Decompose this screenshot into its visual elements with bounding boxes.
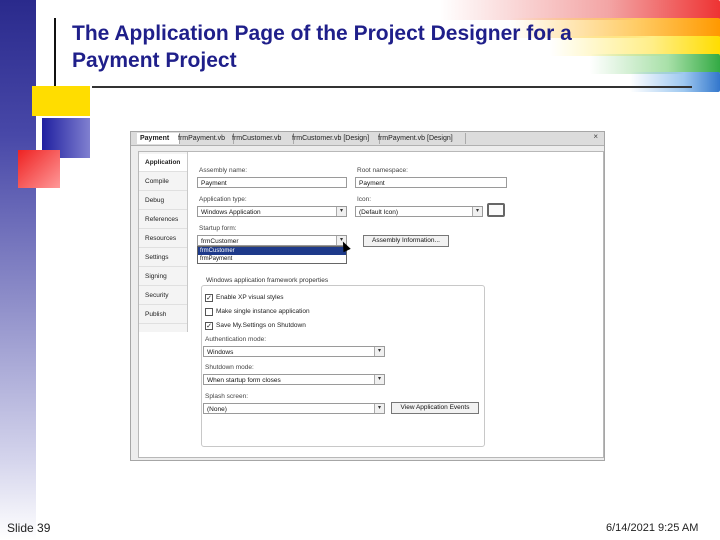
checkbox-label: Save My.Settings on Shutdown <box>216 322 306 329</box>
slide-date: 6/14/2021 9:25 AM <box>606 522 699 534</box>
shutdown-mode-select[interactable]: When startup form closes ▾ <box>203 374 385 385</box>
sidebar-item-publish[interactable]: Publish <box>139 306 187 324</box>
project-designer-window: Payment frmPayment.vb frmCustomer.vb frm… <box>130 131 605 461</box>
sidebar-item-signing[interactable]: Signing <box>139 268 187 286</box>
chevron-down-icon[interactable]: ▾ <box>374 347 384 356</box>
chevron-down-icon[interactable]: ▾ <box>374 404 384 413</box>
icon-label: Icon: <box>357 196 372 203</box>
view-application-events-button[interactable]: View Application Events <box>391 402 479 414</box>
tab-frmcustomer-code[interactable]: frmCustomer.vb <box>229 133 294 144</box>
designer-panel: Application Compile Debug References Res… <box>138 151 604 458</box>
sidebar-item-compile[interactable]: Compile <box>139 173 187 191</box>
shutdown-mode-value: When startup form closes <box>207 377 281 384</box>
startup-form-dropdown-list: frmCustomer frmPayment <box>197 246 347 264</box>
slide-left-band <box>0 0 36 540</box>
dropdown-option-frmcustomer[interactable]: frmCustomer <box>198 247 346 255</box>
slide-title-line2: Payment Project <box>72 49 237 72</box>
icon-select-value: (Default Icon) <box>359 209 399 216</box>
red-accent-square <box>18 150 60 188</box>
slide-horizontal-rule <box>92 86 692 88</box>
root-namespace-input[interactable]: Payment <box>355 177 507 188</box>
application-type-select[interactable]: Windows Application ▾ <box>197 206 347 217</box>
sidebar-item-debug[interactable]: Debug <box>139 192 187 210</box>
authentication-mode-select[interactable]: Windows ▾ <box>203 346 385 357</box>
tab-frmcustomer-design[interactable]: frmCustomer.vb [Design] <box>289 133 380 144</box>
application-type-value: Windows Application <box>201 209 261 216</box>
startup-form-label: Startup form: <box>199 225 237 232</box>
splash-screen-value: (None) <box>207 406 227 413</box>
designer-sidebar: Application Compile Debug References Res… <box>139 152 188 332</box>
dropdown-option-frmpayment[interactable]: frmPayment <box>198 255 346 263</box>
sidebar-item-settings[interactable]: Settings <box>139 249 187 267</box>
root-namespace-label: Root namespace: <box>357 167 408 174</box>
checkbox-checked-icon[interactable]: ✓ <box>205 322 213 330</box>
sidebar-item-application[interactable]: Application <box>139 154 187 172</box>
assembly-name-input[interactable]: Payment <box>197 177 347 188</box>
startup-form-select[interactable]: frmCustomer ▾ <box>197 235 347 246</box>
chevron-down-icon[interactable]: ▾ <box>374 375 384 384</box>
sidebar-item-resources[interactable]: Resources <box>139 230 187 248</box>
document-tab-bar: Payment frmPayment.vb frmCustomer.vb frm… <box>131 132 604 146</box>
framework-properties-label: Windows application framework properties <box>204 277 331 284</box>
tab-frmpayment-code[interactable]: frmPayment.vb <box>175 133 234 144</box>
slide-title-line1: The Application Page of the Project Desi… <box>72 22 572 45</box>
icon-select[interactable]: (Default Icon) ▾ <box>355 206 483 217</box>
sidebar-item-references[interactable]: References <box>139 211 187 229</box>
application-type-label: Application type: <box>199 196 247 203</box>
assembly-name-label: Assembly name: <box>199 167 248 174</box>
application-icon-preview <box>487 203 505 217</box>
checkbox-unchecked-icon[interactable] <box>205 308 213 316</box>
sidebar-item-security[interactable]: Security <box>139 287 187 305</box>
chevron-down-icon[interactable]: ▾ <box>336 207 346 216</box>
checkbox-label: Enable XP visual styles <box>216 294 284 301</box>
startup-form-value: frmCustomer <box>201 238 239 245</box>
splash-screen-select[interactable]: (None) ▾ <box>203 403 385 414</box>
splash-screen-label: Splash screen: <box>205 393 248 400</box>
assembly-information-button[interactable]: Assembly Information... <box>363 235 449 247</box>
chevron-down-icon[interactable]: ▾ <box>472 207 482 216</box>
yellow-accent-square <box>32 86 90 116</box>
checkbox-checked-icon[interactable]: ✓ <box>205 294 213 302</box>
tab-frmpayment-design[interactable]: frmPayment.vb [Design] <box>375 133 466 144</box>
shutdown-mode-label: Shutdown mode: <box>205 364 254 371</box>
tab-payment[interactable]: Payment <box>137 133 180 144</box>
slide-number: Slide 39 <box>7 521 51 535</box>
checkbox-label: Make single instance application <box>216 308 310 315</box>
slide-title: The Application Page of the Project Desi… <box>72 20 672 74</box>
authentication-mode-label: Authentication mode: <box>205 336 267 343</box>
slide-vertical-rule <box>54 18 56 88</box>
authentication-mode-value: Windows <box>207 349 234 356</box>
close-tab-icon[interactable]: × <box>593 132 598 141</box>
